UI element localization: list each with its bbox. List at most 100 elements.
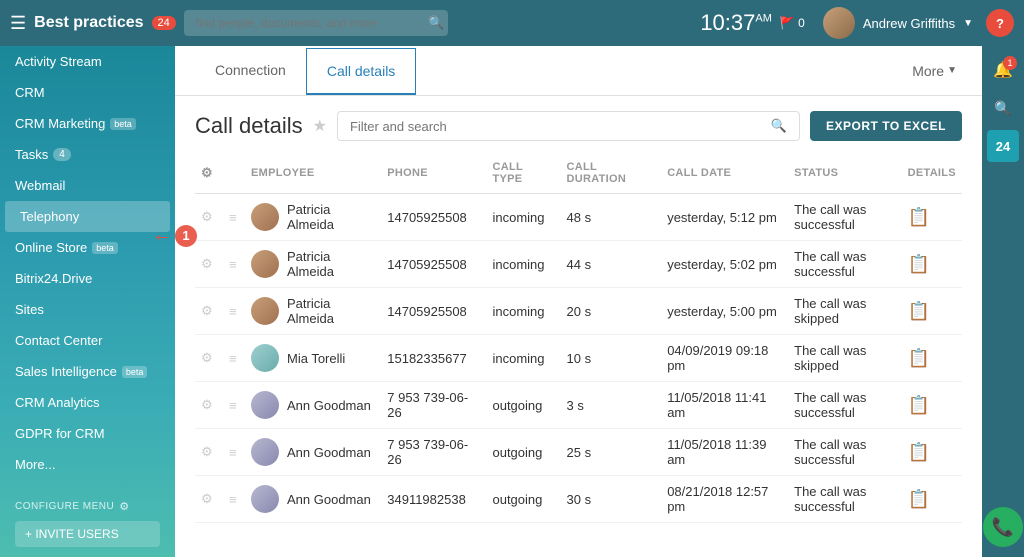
- clock-time: 10:37AM: [700, 10, 772, 36]
- employee-cell: Ann Goodman: [245, 476, 381, 523]
- call-type-cell: incoming: [486, 241, 560, 288]
- settings-icon: ⚙: [119, 500, 129, 513]
- phone-button[interactable]: 📞: [983, 507, 1023, 547]
- details-icon[interactable]: 📋: [908, 442, 930, 462]
- table-row: ⚙ ≡ Patricia Almeida 14705925508 incomin…: [195, 288, 962, 335]
- details-icon[interactable]: 📋: [908, 489, 930, 509]
- sidebar-item-crm[interactable]: CRM: [0, 77, 175, 108]
- employee-cell: Mia Torelli: [245, 335, 381, 382]
- table-container: ⚙ EMPLOYEE PHONE CALL TYPE CALL DURATION…: [195, 153, 962, 542]
- details-cell[interactable]: 📋: [902, 241, 962, 288]
- phone-cell: 7 953 739-06-26: [381, 382, 486, 429]
- sidebar-item-crm-analytics[interactable]: CRM Analytics: [0, 387, 175, 418]
- sidebar-item-telephony[interactable]: Telephony: [5, 201, 170, 232]
- phone-cell: 15182335677: [381, 335, 486, 382]
- row-settings-icon[interactable]: ⚙: [195, 476, 225, 523]
- status-cell: The call was skipped: [788, 288, 901, 335]
- details-cell[interactable]: 📋: [902, 335, 962, 382]
- col-employee: EMPLOYEE: [245, 153, 381, 194]
- sidebar-item-contact-center[interactable]: Contact Center: [0, 325, 175, 356]
- sidebar-item-bitrix-drive[interactable]: Bitrix24.Drive: [0, 263, 175, 294]
- col-call-duration: CALL DURATION: [561, 153, 662, 194]
- details-icon[interactable]: 📋: [908, 207, 930, 227]
- details-icon[interactable]: 📋: [908, 301, 930, 321]
- row-handle-icon: ≡: [225, 288, 245, 335]
- sidebar-item-webmail[interactable]: Webmail: [0, 170, 175, 201]
- username: Andrew Griffiths: [863, 16, 955, 31]
- row-settings-icon[interactable]: ⚙: [195, 194, 225, 241]
- status-cell: The call was successful: [788, 382, 901, 429]
- details-cell[interactable]: 📋: [902, 288, 962, 335]
- details-cell[interactable]: 📋: [902, 476, 962, 523]
- details-cell[interactable]: 📋: [902, 429, 962, 476]
- details-icon[interactable]: 📋: [908, 348, 930, 368]
- duration-cell: 25 s: [561, 429, 662, 476]
- help-button[interactable]: ?: [986, 9, 1014, 37]
- employee-cell: Ann Goodman: [245, 429, 381, 476]
- duration-cell: 3 s: [561, 382, 662, 429]
- page-title: Call details: [195, 113, 303, 139]
- sidebar-item-activity-stream[interactable]: Activity Stream: [0, 46, 175, 77]
- details-cell[interactable]: 📋: [902, 194, 962, 241]
- employee-name: Patricia Almeida: [287, 296, 375, 326]
- row-settings-icon[interactable]: ⚙: [195, 429, 225, 476]
- flag-count: 🚩 0: [780, 16, 805, 30]
- notifications-badge: 1: [1003, 56, 1017, 70]
- row-settings-icon[interactable]: ⚙: [195, 335, 225, 382]
- col-call-type: CALL TYPE: [486, 153, 560, 194]
- details-icon[interactable]: 📋: [908, 254, 930, 274]
- col-phone: PHONE: [381, 153, 486, 194]
- beta-badge: beta: [110, 118, 136, 130]
- star-icon[interactable]: ★: [313, 116, 327, 136]
- table-row: ⚙ ≡ Patricia Almeida 14705925508 incomin…: [195, 194, 962, 241]
- tab-more[interactable]: More ▼: [907, 49, 962, 93]
- menu-icon[interactable]: ☰: [10, 13, 26, 34]
- search-input[interactable]: [184, 10, 448, 36]
- employee-name: Ann Goodman: [287, 398, 371, 413]
- sidebar-item-sites[interactable]: Sites: [0, 294, 175, 325]
- app-title: Best practices: [34, 14, 143, 32]
- table-row: ⚙ ≡ Mia Torelli 15182335677 incoming 10 …: [195, 335, 962, 382]
- search-right-icon[interactable]: 🔍: [987, 92, 1019, 124]
- details-cell[interactable]: 📋: [902, 382, 962, 429]
- right-sidebar: 🔔 1 🔍 24 📞: [982, 46, 1024, 557]
- employee-cell: Patricia Almeida: [245, 241, 381, 288]
- dropdown-icon[interactable]: ▼: [963, 18, 973, 29]
- sidebar-item-crm-marketing[interactable]: CRM Marketingbeta: [0, 108, 175, 139]
- row-settings-icon[interactable]: ⚙: [195, 288, 225, 335]
- sidebar-item-more[interactable]: More...: [0, 449, 175, 480]
- configure-menu-button[interactable]: CONFIGURE MENU ⚙: [15, 500, 160, 513]
- employee-avatar: [251, 438, 279, 466]
- sidebar-item-gdpr[interactable]: GDPR for CRM: [0, 418, 175, 449]
- filter-input[interactable]: [350, 119, 766, 134]
- status-cell: The call was successful: [788, 194, 901, 241]
- date-cell: yesterday, 5:02 pm: [661, 241, 788, 288]
- invite-users-button[interactable]: + INVITE USERS: [15, 521, 160, 547]
- more-dropdown-icon: ▼: [947, 65, 957, 76]
- date-cell: yesterday, 5:00 pm: [661, 288, 788, 335]
- details-icon[interactable]: 📋: [908, 395, 930, 415]
- sales-badge: beta: [122, 366, 148, 378]
- invite-users-label: + INVITE USERS: [25, 527, 119, 541]
- tab-connection[interactable]: Connection: [195, 48, 306, 94]
- call-type-cell: incoming: [486, 194, 560, 241]
- content-header: Call details ★ 🔍 EXPORT TO EXCEL: [195, 111, 962, 141]
- call-type-cell: incoming: [486, 288, 560, 335]
- sidebar-item-tasks[interactable]: Tasks4: [0, 139, 175, 170]
- row-handle-icon: ≡: [225, 476, 245, 523]
- duration-cell: 10 s: [561, 335, 662, 382]
- export-to-excel-button[interactable]: EXPORT TO EXCEL: [810, 111, 962, 141]
- row-settings-icon[interactable]: ⚙: [195, 382, 225, 429]
- col-handle: [225, 153, 245, 194]
- row-handle-icon: ≡: [225, 241, 245, 288]
- notifications-icon[interactable]: 🔔 1: [987, 54, 1019, 86]
- sidebar-item-online-store[interactable]: Online Storebeta: [0, 232, 175, 263]
- status-cell: The call was successful: [788, 429, 901, 476]
- employee-cell: Ann Goodman: [245, 382, 381, 429]
- call-type-cell: outgoing: [486, 382, 560, 429]
- avatar: [823, 7, 855, 39]
- sidebar-item-sales-intelligence[interactable]: Sales Intelligencebeta: [0, 356, 175, 387]
- row-settings-icon[interactable]: ⚙: [195, 241, 225, 288]
- filter-search-box: 🔍: [337, 111, 800, 141]
- tab-call-details[interactable]: Call details ← 2: [306, 48, 416, 95]
